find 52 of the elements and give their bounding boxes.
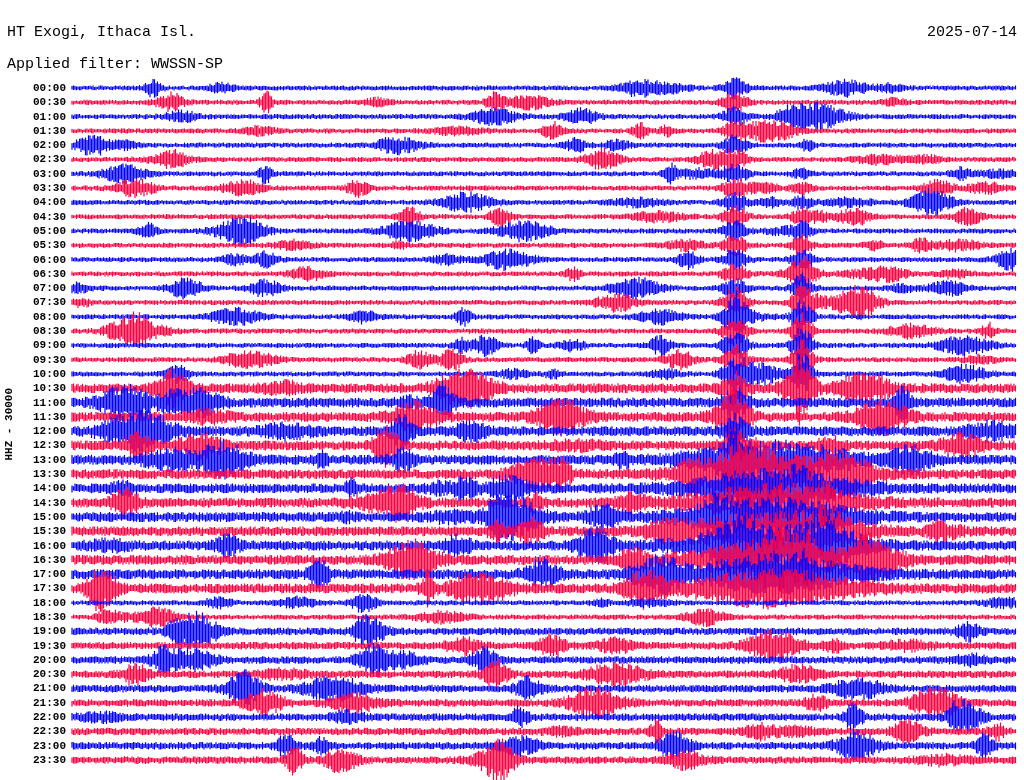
time-label: 08:00 (33, 309, 66, 325)
time-label: 19:00 (33, 624, 66, 639)
time-label: 02:00 (33, 138, 66, 153)
time-label: 22:00 (33, 710, 66, 725)
time-label: 16:30 (33, 552, 66, 568)
date-label: 2025-07-14 (927, 25, 1017, 40)
time-label: 07:00 (33, 281, 66, 296)
time-label: 03:00 (33, 166, 66, 182)
time-label: 17:00 (33, 567, 66, 582)
time-label: 07:30 (33, 295, 66, 310)
time-label: 14:30 (33, 495, 66, 510)
time-label: 23:30 (33, 752, 66, 768)
time-label: 23:00 (33, 738, 66, 753)
time-label: 01:30 (33, 123, 66, 139)
time-label: 16:00 (33, 538, 66, 553)
time-label: 01:00 (33, 109, 66, 124)
station-title: HT Exogi, Ithaca Isl. (7, 25, 197, 40)
time-label: 10:00 (33, 366, 66, 382)
time-label: 05:00 (33, 223, 66, 239)
time-label: 12:30 (33, 438, 66, 453)
time-label: 14:00 (33, 481, 66, 496)
time-label: 06:30 (33, 266, 66, 282)
time-label: 04:30 (33, 209, 66, 224)
time-label: 18:30 (33, 610, 66, 625)
time-label: 05:30 (33, 238, 66, 253)
time-label: 02:30 (33, 152, 66, 167)
time-label: 13:00 (33, 452, 66, 467)
time-label: 19:30 (33, 638, 66, 653)
time-label: 03:30 (33, 181, 66, 196)
time-label: 17:30 (33, 581, 66, 596)
time-label: 04:00 (33, 195, 66, 210)
time-label: 22:30 (33, 724, 66, 739)
time-label: 00:30 (33, 95, 66, 110)
time-label: 06:00 (33, 252, 66, 267)
time-label: 20:30 (33, 667, 66, 682)
time-label: 15:30 (33, 524, 66, 539)
time-label: 12:00 (33, 424, 66, 439)
time-label: 09:30 (33, 352, 66, 367)
time-label: 21:30 (33, 695, 66, 711)
time-label: 09:00 (33, 338, 66, 353)
time-label: 20:00 (33, 652, 66, 668)
time-label: 08:30 (33, 324, 66, 339)
time-label: 00:00 (33, 81, 66, 96)
filter-label: Applied filter: WWSSN-SP (7, 56, 224, 73)
time-label: 11:00 (33, 395, 66, 410)
channel-label: HHZ - 30000 (1, 387, 16, 461)
time-label: 21:00 (33, 681, 66, 696)
time-label: 18:00 (33, 595, 66, 610)
time-label: 15:00 (33, 509, 66, 525)
time-label: 10:30 (33, 381, 66, 396)
time-label: 13:30 (33, 467, 66, 482)
time-label: 11:30 (33, 409, 66, 425)
